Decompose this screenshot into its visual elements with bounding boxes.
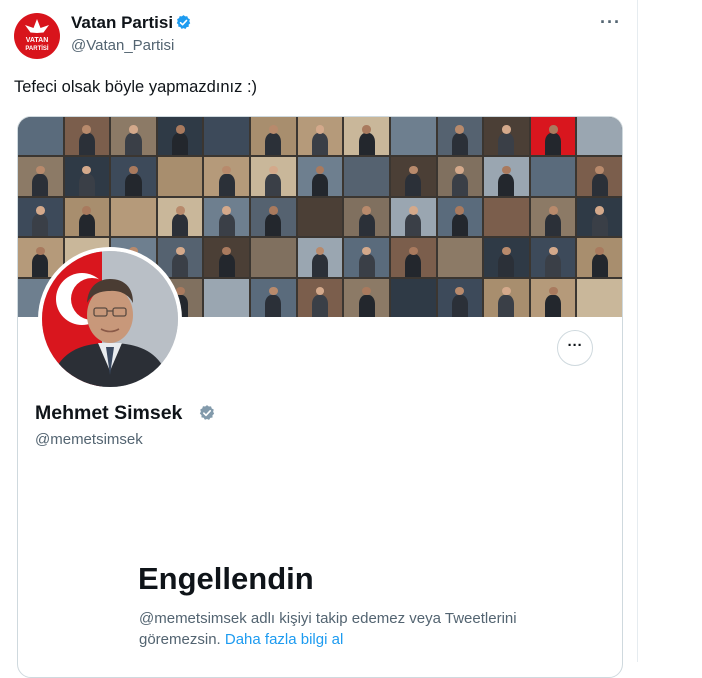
banner-photo-tile [297, 197, 343, 237]
banner-photo-tile [157, 157, 203, 196]
profile-card[interactable]: ··· Mehmet Simsek @memetsimsek Engellend… [17, 116, 623, 678]
banner-photo-tile [390, 238, 436, 277]
banner-photo-tile [64, 197, 110, 237]
banner-photo-tile [577, 278, 622, 317]
banner-photo-tile [251, 238, 296, 277]
banner-photo-tile [390, 117, 436, 156]
banner-photo-tile [251, 117, 296, 156]
banner-photo-tile [18, 197, 63, 237]
vatan-partisi-logo: VATAN PARTİSİ [25, 19, 49, 52]
banner-photo-tile [111, 117, 156, 156]
banner-photo-tile [204, 117, 250, 156]
banner-photo-tile [437, 278, 483, 317]
banner-photo-tile [530, 157, 576, 196]
banner-photo-tile [297, 117, 343, 156]
banner-photo-tile [484, 117, 529, 156]
banner-photo-tile [297, 278, 343, 317]
banner-photo-tile [344, 157, 389, 196]
more-options-icon[interactable]: ··· [600, 12, 621, 33]
banner-photo-tile [437, 197, 483, 237]
vatan-partisi-avatar[interactable]: VATAN PARTİSİ [14, 13, 60, 59]
banner-photo-tile [297, 238, 343, 277]
banner-photo-tile [484, 238, 529, 277]
learn-more-link[interactable]: Daha fazla bilgi al [225, 631, 343, 648]
banner-photo-tile [344, 278, 389, 317]
profile-handle[interactable]: @memetsimsek [35, 431, 143, 448]
banner-photo-tile [484, 278, 529, 317]
blocked-message: @memetsimsek adlı kişiyi takip edemez ve… [139, 608, 519, 650]
logo-text-bottom: PARTİSİ [25, 45, 49, 52]
banner-photo-tile [390, 157, 436, 196]
avatar-photo [42, 251, 178, 387]
banner-photo-tile [484, 197, 529, 237]
banner-photo-tile [484, 157, 529, 196]
verified-badge-icon[interactable] [198, 404, 216, 422]
tweet-text: Tefeci olsak böyle yapmazdınız :) [14, 78, 258, 96]
banner-photo-tile [344, 117, 389, 156]
banner-photo-tile [204, 157, 250, 196]
verified-badge-icon[interactable] [175, 14, 192, 31]
banner-photo-tile [251, 278, 296, 317]
banner-photo-tile [297, 157, 343, 196]
profile-avatar[interactable] [38, 247, 182, 391]
author-handle[interactable]: @Vatan_Partisi [71, 37, 174, 54]
banner-photo-tile [157, 197, 203, 237]
banner-photo-tile [577, 197, 622, 237]
logo-text-top: VATAN [26, 37, 49, 44]
banner-photo-tile [577, 117, 622, 156]
banner-photo-tile [577, 238, 622, 277]
banner-photo-tile [64, 157, 110, 196]
timeline-border [637, 0, 638, 662]
banner-photo-tile [64, 117, 110, 156]
banner-photo-tile [390, 197, 436, 237]
banner-photo-tile [390, 278, 436, 317]
banner-photo-tile [530, 197, 576, 237]
blocked-title: Engellendin [138, 561, 314, 596]
banner-photo-tile [437, 157, 483, 196]
banner-photo-tile [577, 157, 622, 196]
banner-photo-tile [530, 278, 576, 317]
banner-photo-tile [344, 197, 389, 237]
banner-photo-tile [344, 238, 389, 277]
banner-photo-tile [204, 197, 250, 237]
banner-photo-tile [18, 117, 63, 156]
banner-photo-tile [437, 117, 483, 156]
banner-photo-tile [530, 238, 576, 277]
banner-photo-tile [251, 157, 296, 196]
banner-photo-tile [111, 197, 156, 237]
banner-photo-tile [204, 238, 250, 277]
banner-photo-tile [111, 157, 156, 196]
banner-photo-tile [204, 278, 250, 317]
banner-photo-tile [157, 117, 203, 156]
banner-photo-tile [251, 197, 296, 237]
banner-photo-tile [530, 117, 576, 156]
banner-photo-tile [18, 157, 63, 196]
author-name[interactable]: Vatan Partisi [71, 13, 173, 33]
profile-name[interactable]: Mehmet Simsek [35, 402, 182, 425]
profile-more-button[interactable]: ··· [557, 330, 593, 366]
banner-photo-tile [437, 238, 483, 277]
